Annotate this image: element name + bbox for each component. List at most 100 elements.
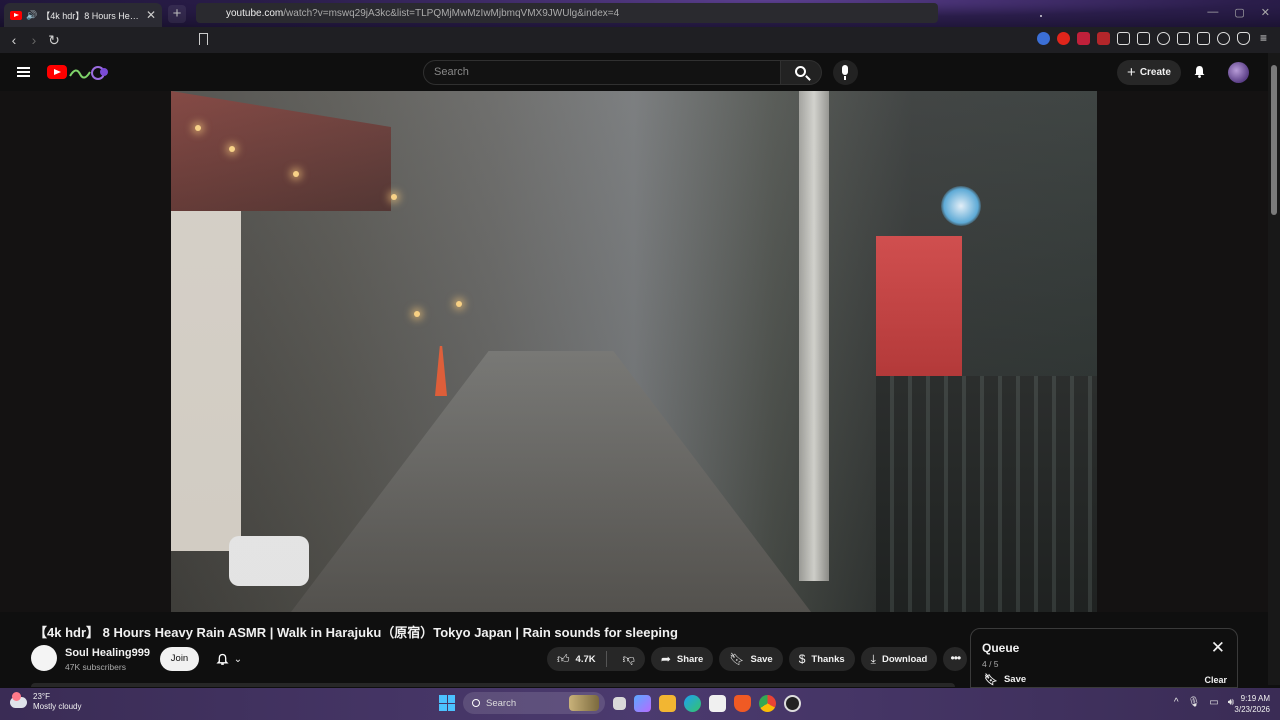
download-icon: ⤓ xyxy=(870,651,876,666)
thanks-label: Thanks xyxy=(811,653,845,665)
share-button[interactable]: ➦ Share xyxy=(650,647,714,671)
puzzle-icon[interactable] xyxy=(1117,32,1130,45)
extension-icons: ≡ xyxy=(1037,32,1270,45)
store-icon[interactable] xyxy=(709,694,726,712)
dislike-icon[interactable]: 👎︎ xyxy=(613,652,645,667)
taskbar-clock[interactable]: 9:19 AM 3/23/2026 xyxy=(1234,693,1270,715)
minimize-icon[interactable]: — xyxy=(1207,6,1218,19)
tray-chevron-icon[interactable]: ^ xyxy=(1174,697,1179,708)
channel-avatar[interactable] xyxy=(31,645,57,671)
queue-save-label: Save xyxy=(1003,674,1027,685)
background-star xyxy=(1040,15,1042,17)
subscriber-count: 47K subscribers xyxy=(65,662,126,672)
youtube-doodle-icon[interactable] xyxy=(68,62,110,82)
create-label: Create xyxy=(1139,67,1171,78)
page-scrollbar[interactable] xyxy=(1268,53,1280,685)
system-tray: ^ 🎙︎ ▭ 🔊︎ xyxy=(1174,697,1234,708)
close-queue-icon[interactable]: ✕ xyxy=(1211,638,1225,658)
channel-name[interactable]: Soul Healing999 xyxy=(65,647,150,659)
queue-save-button[interactable]: 🔖︎ Save xyxy=(984,673,1026,686)
join-button[interactable]: Join xyxy=(160,647,199,671)
save-button[interactable]: 🔖︎ Save xyxy=(719,647,783,671)
queue-position: 4 / 5 xyxy=(982,659,999,669)
save-label: Save xyxy=(750,653,773,665)
download-button[interactable]: ⤓ Download xyxy=(860,647,938,671)
scrollbar-thumb[interactable] xyxy=(1271,65,1277,215)
url-path: /watch?v=mswq29jA3kc&list=TLPQMjMwMzIwMj… xyxy=(283,7,620,19)
video-title: 【4k hdr】 8 Hours Heavy Rain ASMR | Walk … xyxy=(34,625,678,640)
wallet-icon[interactable] xyxy=(1197,32,1210,45)
subscription-notifications-button[interactable]: ⌄ xyxy=(205,647,253,671)
share-icon: ➦ xyxy=(660,652,671,666)
windows-taskbar: 23°F Mostly cloudy Search ^ 🎙︎ ▭ 🔊︎ 9:19… xyxy=(0,688,1280,720)
file-explorer-icon[interactable] xyxy=(659,694,676,712)
music-icon[interactable] xyxy=(1157,32,1170,45)
forward-icon[interactable]: › xyxy=(24,32,44,48)
like-divider xyxy=(605,651,607,667)
thanks-button[interactable]: $ Thanks xyxy=(788,647,855,671)
back-icon[interactable]: ‹ xyxy=(4,32,24,48)
video-frame[interactable] xyxy=(171,91,1097,612)
video-scene-rain xyxy=(171,91,1097,612)
weather-condition: Mostly cloudy xyxy=(33,702,82,711)
queue-clear-button[interactable]: Clear xyxy=(1204,675,1227,685)
bookmark-save-icon: 🔖︎ xyxy=(729,652,745,666)
address-bar[interactable]: youtube.com/watch?v=mswq29jA3kc&list=TLP… xyxy=(196,3,938,23)
search-icon xyxy=(472,699,480,707)
copilot-icon[interactable] xyxy=(634,694,651,712)
edge-icon[interactable] xyxy=(684,694,701,712)
queue-title: Queue xyxy=(982,641,1020,655)
youtube-extension-icon[interactable] xyxy=(1057,32,1070,45)
windows-start-icon[interactable] xyxy=(439,695,455,711)
account-avatar[interactable] xyxy=(1228,62,1249,83)
super-thanks-icon: $ xyxy=(798,652,806,666)
screenshot-icon[interactable] xyxy=(1137,32,1150,45)
maximize-icon[interactable]: ▢ xyxy=(1234,6,1244,19)
description-box[interactable] xyxy=(31,683,955,687)
youtube-logo-icon[interactable] xyxy=(47,65,67,79)
video-actions: 👍︎ 4.7K 👎︎ ➦ Share 🔖︎ Save $ Thanks ⤓ Do… xyxy=(547,647,968,671)
microphone-tray-icon[interactable]: 🎙︎ xyxy=(1188,697,1201,708)
sidebar-icon[interactable] xyxy=(1177,32,1190,45)
like-count[interactable]: 4.7K xyxy=(576,654,596,665)
search-icon xyxy=(795,66,806,77)
hamburger-menu-icon[interactable] xyxy=(17,67,30,77)
extension-icon[interactable] xyxy=(1077,32,1090,45)
search-button[interactable] xyxy=(781,60,822,85)
share-label: Share xyxy=(676,653,704,665)
taskbar-apps: Search xyxy=(439,692,801,714)
video-player[interactable] xyxy=(0,91,1268,612)
create-button[interactable]: + Create xyxy=(1117,60,1181,85)
voice-search-button[interactable] xyxy=(833,60,858,85)
browser-tab[interactable]: 🔊 【4k hdr】8 Hours Heavy Rain ✕ xyxy=(4,3,162,27)
close-window-icon[interactable]: ✕ xyxy=(1261,6,1270,19)
extension-icon[interactable] xyxy=(1097,32,1110,45)
download-label: Download xyxy=(881,653,928,665)
task-view-icon[interactable] xyxy=(613,696,626,710)
extension-icon[interactable] xyxy=(1037,32,1050,45)
obs-icon[interactable] xyxy=(784,694,801,712)
plus-icon: + xyxy=(1127,64,1136,81)
reload-icon[interactable]: ↻ xyxy=(44,32,64,49)
more-actions-icon[interactable]: ••• xyxy=(943,647,968,671)
bookmark-icon[interactable] xyxy=(199,33,208,45)
speaker-icon[interactable]: 🔊 xyxy=(26,10,37,21)
search-input[interactable]: Search xyxy=(423,60,781,85)
browser-menu-icon[interactable]: ≡ xyxy=(1257,32,1270,45)
brave-icon[interactable] xyxy=(734,694,751,712)
new-tab-button[interactable]: + xyxy=(168,5,186,23)
taskbar-search[interactable]: Search xyxy=(463,692,605,714)
like-icon[interactable]: 👍︎ xyxy=(557,652,570,667)
weather-widget[interactable]: 23°F Mostly cloudy xyxy=(10,691,82,712)
vpn-icon[interactable] xyxy=(1237,32,1250,45)
leo-icon[interactable] xyxy=(1217,32,1230,45)
url-host: youtube.com xyxy=(226,7,284,19)
display-icon[interactable]: ▭ xyxy=(1209,697,1218,708)
close-tab-icon[interactable]: ✕ xyxy=(146,8,156,22)
clock-date: 3/23/2026 xyxy=(1234,705,1270,714)
queue-panel: Queue 4 / 5 ✕ 🔖︎ Save Clear xyxy=(970,628,1238,688)
chrome-icon[interactable] xyxy=(759,694,776,712)
youtube-favicon-icon xyxy=(10,10,22,20)
volume-icon[interactable]: 🔊︎ xyxy=(1228,697,1234,708)
notifications-bell-icon[interactable] xyxy=(1193,65,1206,78)
